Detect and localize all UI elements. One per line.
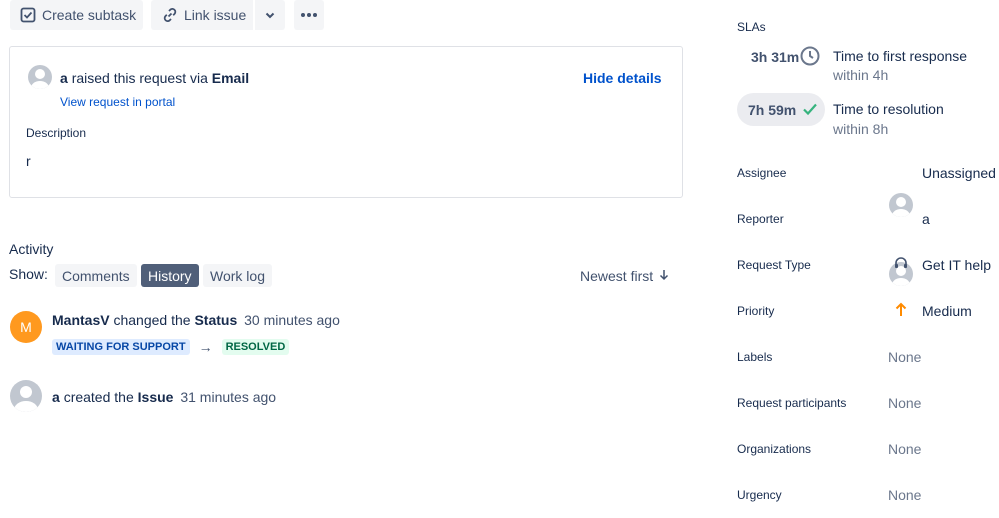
activity-title: Activity bbox=[9, 241, 54, 257]
history-entry-created: a created the Issue 31 minutes ago bbox=[52, 389, 276, 405]
history-entry-status-change: MantasV changed the Status 30 minutes ag… bbox=[52, 312, 340, 328]
check-icon bbox=[802, 101, 818, 122]
urgency-label: Urgency bbox=[737, 488, 782, 502]
labels-value[interactable]: None bbox=[888, 349, 921, 365]
channel-name: Email bbox=[211, 70, 250, 86]
sla-name-resolution: Time to resolution bbox=[833, 101, 944, 117]
request-details-card: a raised this request via Email View req… bbox=[9, 46, 683, 198]
arrow-down-icon bbox=[659, 268, 669, 284]
clock-icon bbox=[799, 45, 821, 72]
more-icon bbox=[300, 12, 318, 18]
assignee-value[interactable]: Unassigned bbox=[922, 165, 996, 181]
reporter-value[interactable]: a bbox=[922, 211, 930, 227]
transition-arrow: → bbox=[198, 339, 213, 355]
tab-history[interactable]: History bbox=[141, 264, 199, 287]
chevron-down-icon bbox=[264, 9, 276, 21]
priority-medium-icon bbox=[895, 302, 907, 323]
reporter-name: a bbox=[60, 70, 68, 86]
sla-time-first-response: 3h 31m bbox=[751, 49, 800, 65]
assignee-avatar bbox=[889, 193, 913, 217]
tab-comments[interactable]: Comments bbox=[55, 264, 137, 287]
organizations-label: Organizations bbox=[737, 442, 812, 456]
history-user[interactable]: a bbox=[52, 389, 60, 405]
sort-order-label: Newest first bbox=[580, 268, 654, 284]
link-issue-label: Link issue bbox=[184, 7, 247, 23]
sla-badge-resolution: 7h 59m bbox=[737, 93, 825, 126]
history-time: 30 minutes ago bbox=[244, 312, 340, 328]
sort-order-button[interactable]: Newest first bbox=[580, 268, 669, 284]
reporter-avatar bbox=[28, 65, 52, 89]
organizations-value[interactable]: None bbox=[888, 441, 921, 457]
raised-text: raised this request via bbox=[71, 70, 208, 86]
history-avatar-initial: M bbox=[10, 311, 42, 343]
avatar-initial: M bbox=[20, 319, 32, 335]
tab-work-log[interactable]: Work log bbox=[203, 264, 272, 287]
sla-time-resolution: 7h 59m bbox=[748, 102, 797, 118]
urgency-value[interactable]: None bbox=[888, 487, 921, 503]
create-subtask-label: Create subtask bbox=[42, 7, 137, 23]
assignee-label: Assignee bbox=[737, 166, 787, 180]
headset-icon bbox=[894, 256, 908, 275]
history-field: Status bbox=[194, 312, 238, 328]
request-type-value[interactable]: Get IT help bbox=[922, 257, 991, 273]
raised-request-line: a raised this request via Email bbox=[60, 70, 249, 86]
view-request-portal-link[interactable]: View request in portal bbox=[60, 95, 175, 109]
history-avatar-placeholder bbox=[10, 380, 42, 412]
request-type-label: Request Type bbox=[737, 258, 811, 272]
status-from-badge: WAITING FOR SUPPORT bbox=[52, 339, 190, 355]
sla-name-first-response: Time to first response bbox=[833, 48, 968, 64]
request-participants-value[interactable]: None bbox=[888, 395, 921, 411]
link-issue-button[interactable]: Link issue bbox=[151, 0, 253, 30]
more-actions-button[interactable] bbox=[294, 0, 324, 30]
request-participants-label: Request participants bbox=[737, 396, 847, 410]
history-action: created the bbox=[63, 389, 134, 405]
hide-details-link[interactable]: Hide details bbox=[583, 70, 662, 86]
create-subtask-button[interactable]: Create subtask bbox=[10, 0, 143, 30]
reporter-label: Reporter bbox=[737, 212, 784, 226]
link-issue-dropdown-button[interactable] bbox=[255, 0, 285, 30]
labels-label: Labels bbox=[737, 350, 773, 364]
history-field: Issue bbox=[137, 389, 174, 405]
description-label: Description bbox=[26, 126, 87, 140]
show-label: Show: bbox=[9, 266, 48, 282]
subtask-icon bbox=[20, 7, 36, 23]
sla-goal-first-response: within 4h bbox=[833, 67, 889, 83]
priority-value[interactable]: Medium bbox=[922, 303, 972, 319]
priority-label: Priority bbox=[737, 304, 775, 318]
slas-title: SLAs bbox=[737, 20, 766, 34]
link-icon bbox=[161, 6, 179, 24]
history-time: 31 minutes ago bbox=[180, 389, 277, 405]
status-to-badge: RESOLVED bbox=[221, 339, 290, 355]
sla-goal-resolution: within 8h bbox=[833, 121, 889, 137]
history-user[interactable]: MantasV bbox=[52, 312, 110, 328]
status-transition: WAITING FOR SUPPORT → RESOLVED bbox=[52, 339, 290, 355]
description-value: r bbox=[26, 153, 31, 169]
history-action: changed the bbox=[113, 312, 191, 328]
